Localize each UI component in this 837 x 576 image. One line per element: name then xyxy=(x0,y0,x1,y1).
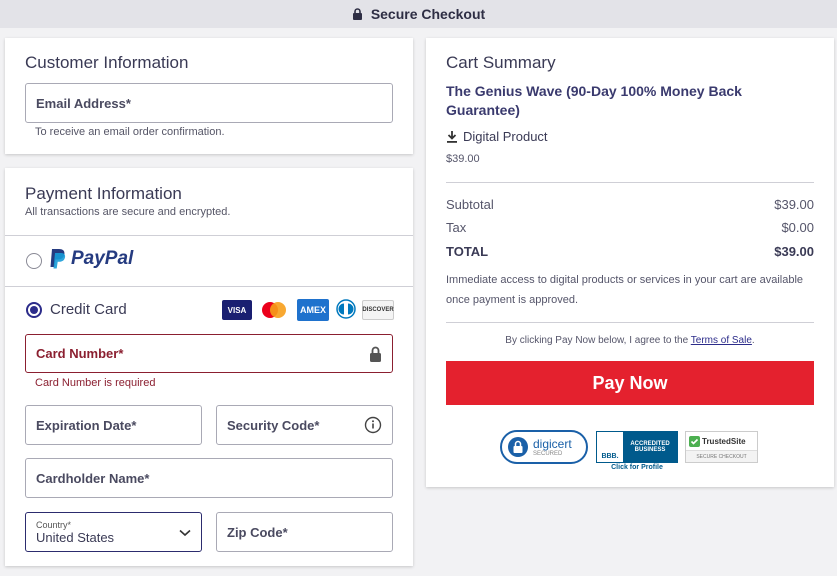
divider xyxy=(5,235,413,236)
digicert-badge[interactable]: digicert SECURED xyxy=(500,430,588,464)
cardholder-name-label: Cardholder Name* xyxy=(36,470,150,486)
download-icon xyxy=(447,131,457,143)
secure-checkout-label: Secure Checkout xyxy=(370,6,486,22)
access-note: Immediate access to digital products or … xyxy=(446,274,804,306)
card-number-error: Card Number is required xyxy=(35,377,156,389)
email-field[interactable]: Email Address* xyxy=(25,83,393,123)
payment-information-card: Payment Information All transactions are… xyxy=(5,168,413,566)
expiration-date-label: Expiration Date* xyxy=(36,417,137,433)
cart-summary-card: Cart Summary The Genius Wave (90-Day 100… xyxy=(426,38,834,487)
divider xyxy=(5,286,413,287)
mastercard-icon xyxy=(262,302,286,318)
tax-value: $0.00 xyxy=(781,220,814,235)
digicert-label: digicert xyxy=(533,437,572,451)
product-price: $39.00 xyxy=(446,153,480,165)
diners-logo: diners xyxy=(335,299,357,319)
payment-subtext: All transactions are secure and encrypte… xyxy=(25,206,231,218)
pay-now-button[interactable]: Pay Now xyxy=(446,361,814,405)
zip-code-label: Zip Code* xyxy=(227,524,288,540)
terms-text: By clicking Pay Now below, I agree to th… xyxy=(505,335,755,346)
discover-logo: DISCOVER xyxy=(362,300,394,320)
tax-label: Tax xyxy=(446,220,467,235)
visa-logo: VISA xyxy=(222,300,252,320)
bbb-caption: Click for Profile xyxy=(611,464,663,471)
paypal-radio[interactable] xyxy=(26,253,42,269)
chevron-down-icon xyxy=(179,529,191,537)
country-value: United States xyxy=(36,529,115,545)
product-type-label: Digital Product xyxy=(463,129,548,144)
mastercard-logo: mastercard xyxy=(259,300,289,320)
info-icon[interactable] xyxy=(364,416,382,434)
bbb-mark: BBB. xyxy=(597,432,623,462)
cardholder-name-field[interactable]: Cardholder Name* xyxy=(25,458,393,498)
trustedsite-sublabel: SECURE CHECKOUT xyxy=(686,450,757,462)
email-label: Email Address* xyxy=(36,95,131,111)
paypal-logo[interactable]: PayPal xyxy=(49,248,133,270)
divider xyxy=(446,182,814,183)
expiration-date-field[interactable]: Expiration Date* xyxy=(25,405,202,445)
trustedsite-badge[interactable]: TrustedSite SECURE CHECKOUT xyxy=(685,431,758,463)
diners-icon xyxy=(336,299,356,319)
bbb-business: BUSINESS xyxy=(634,447,666,453)
lock-icon xyxy=(508,437,528,457)
cart-summary-heading: Cart Summary xyxy=(446,53,556,72)
security-code-field[interactable]: Security Code* xyxy=(216,405,393,445)
product-name: The Genius Wave (90-Day 100% Money Back … xyxy=(446,83,742,118)
payment-information-heading: Payment Information xyxy=(25,184,182,203)
checkmark-icon xyxy=(689,435,700,447)
paypal-label: PayPal xyxy=(71,248,134,269)
credit-card-radio[interactable] xyxy=(26,302,42,318)
lock-icon xyxy=(370,346,381,362)
bbb-badge[interactable]: BBB. ACCREDITED BUSINESS Click for Profi… xyxy=(596,431,678,473)
divider xyxy=(446,322,814,323)
product-type: Digital Product xyxy=(446,129,548,144)
trustedsite-label: TrustedSite xyxy=(702,436,746,446)
total-label: TOTAL xyxy=(446,244,489,259)
amex-logo: AMEX xyxy=(297,299,329,321)
country-label: Country* xyxy=(36,519,72,530)
terms-of-sale-link[interactable]: Terms of Sale xyxy=(691,335,752,346)
card-number-field[interactable]: Card Number* xyxy=(25,334,393,373)
country-select[interactable]: Country* United States xyxy=(25,512,202,552)
customer-information-card: Customer Information Email Address* To r… xyxy=(5,38,413,154)
subtotal-label: Subtotal xyxy=(446,197,494,212)
subtotal-value: $39.00 xyxy=(774,197,814,212)
card-number-label: Card Number* xyxy=(36,346,124,361)
digicert-sublabel: SECURED xyxy=(533,451,563,457)
total-value: $39.00 xyxy=(774,244,814,259)
paypal-icon xyxy=(50,249,66,269)
security-code-label: Security Code* xyxy=(227,417,320,433)
credit-card-label[interactable]: Credit Card xyxy=(50,301,127,318)
lock-icon xyxy=(352,8,362,20)
customer-information-heading: Customer Information xyxy=(25,53,189,72)
zip-code-field[interactable]: Zip Code* xyxy=(216,512,393,552)
secure-checkout-bar: Secure Checkout xyxy=(0,0,837,28)
email-help-text: To receive an email order confirmation. xyxy=(35,126,225,138)
